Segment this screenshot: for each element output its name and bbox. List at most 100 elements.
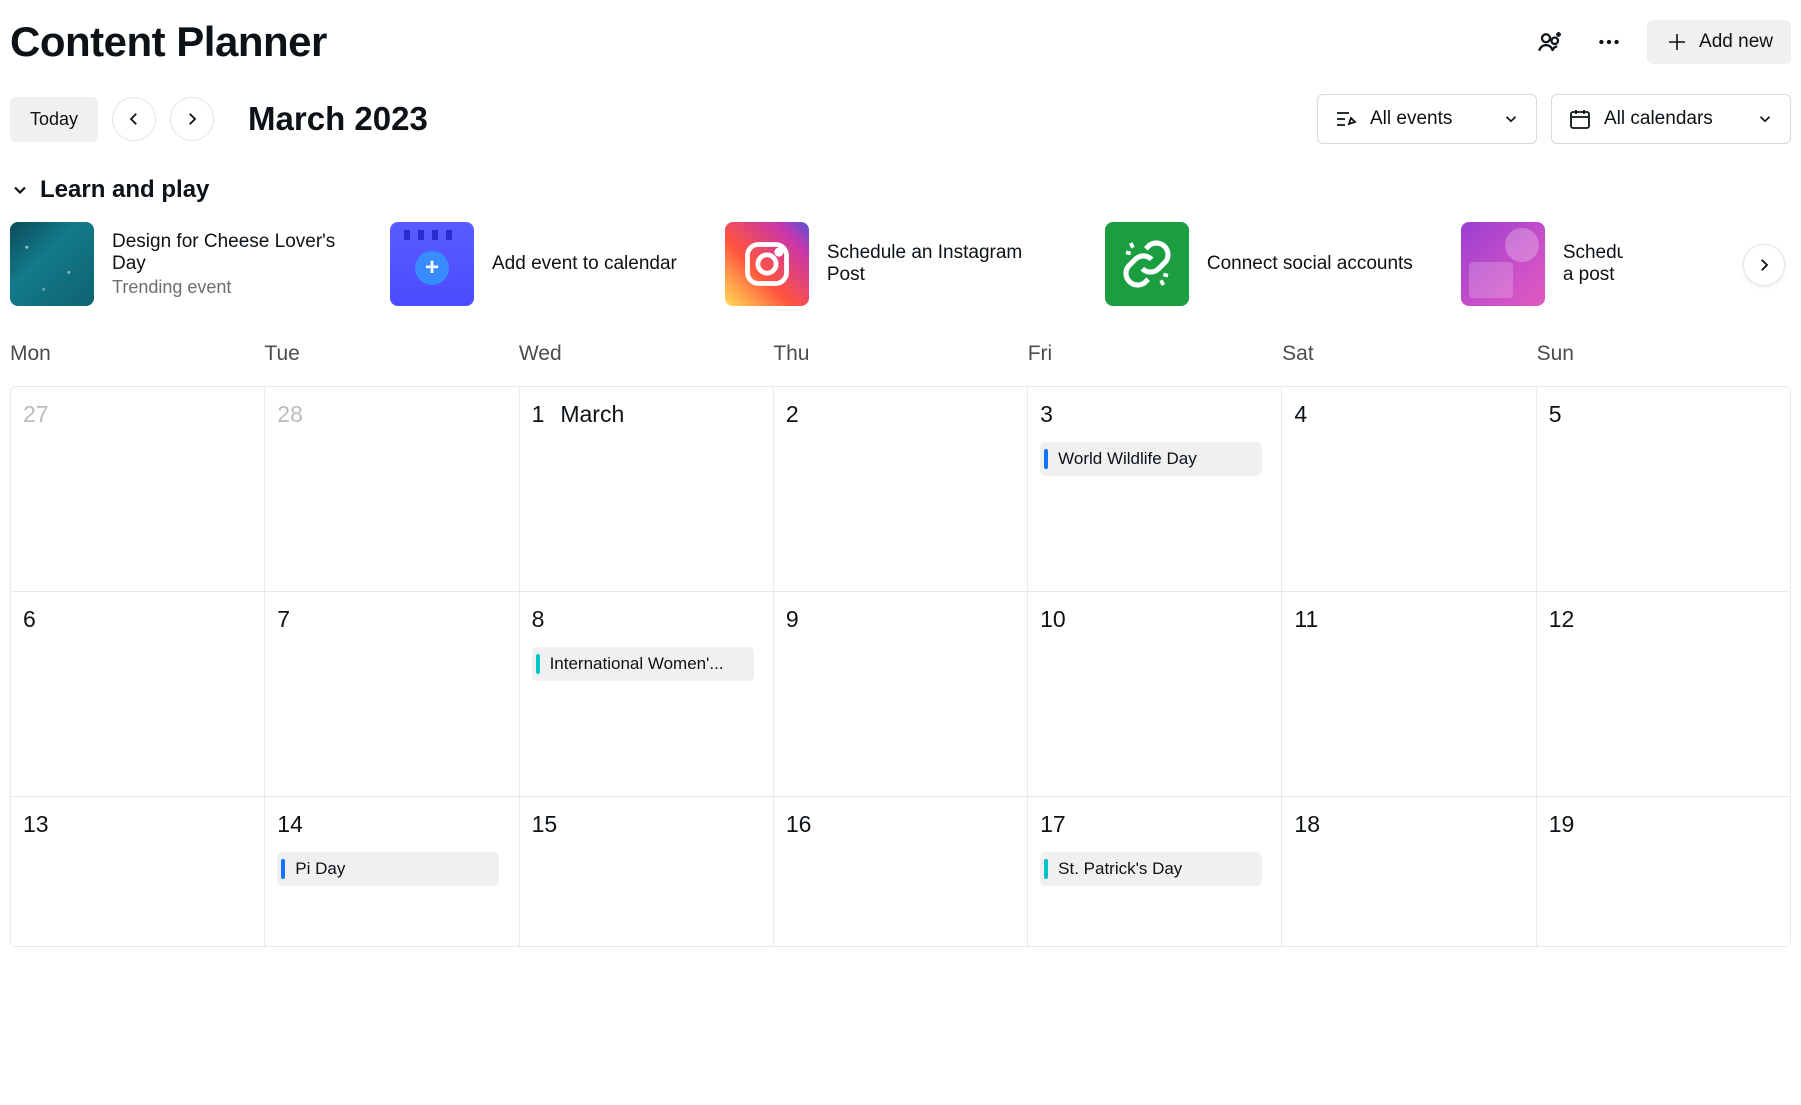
chevron-down-icon [1756, 110, 1774, 128]
event-chip[interactable]: Pi Day [277, 852, 499, 886]
learn-play-section-header[interactable]: Learn and play [10, 172, 1791, 222]
card-trending-event[interactable]: Design for Cheese Lover's Day Trending e… [10, 222, 342, 306]
card-connect-social[interactable]: Connect social accounts [1105, 222, 1413, 306]
calendar-day[interactable]: 27 [11, 387, 265, 592]
day-number: 6 [23, 606, 252, 633]
calendars-filter-dropdown[interactable]: All calendars [1551, 94, 1791, 144]
prev-month-button[interactable] [112, 97, 156, 141]
add-new-button[interactable]: Add new [1647, 20, 1791, 64]
day-number: 27 [23, 401, 252, 428]
card-schedule-instagram[interactable]: Schedule an Instagram Post [725, 222, 1057, 306]
card-schedule-post[interactable]: Schedule a post [1461, 222, 1661, 306]
today-button[interactable]: Today [10, 97, 98, 142]
day-number: 2 [786, 401, 1015, 428]
day-number: 8 [532, 606, 761, 633]
day-number: 28 [277, 401, 506, 428]
weekday-label: Fri [1028, 342, 1282, 366]
events-filter-dropdown[interactable]: All events [1317, 94, 1537, 144]
card-title: Design for Cheese Lover's Day [112, 231, 342, 275]
link-thumb [1105, 222, 1189, 306]
calendar-icon [1568, 107, 1592, 131]
calendar-day[interactable]: 5 [1537, 387, 1791, 592]
calendar-day[interactable]: 12 [1537, 592, 1791, 797]
day-number: 11 [1294, 606, 1523, 633]
card-add-event[interactable]: Add event to calendar [390, 222, 677, 306]
calendar-day[interactable]: 2 [774, 387, 1028, 592]
cards-row: Design for Cheese Lover's Day Trending e… [10, 222, 1791, 334]
add-new-label: Add new [1699, 31, 1773, 53]
day-number: 5 [1549, 401, 1778, 428]
edit-list-icon [1334, 107, 1358, 131]
trending-thumb [10, 222, 94, 306]
calendar-day[interactable]: 4 [1282, 387, 1536, 592]
weekday-label: Wed [519, 342, 773, 366]
events-filter-label: All events [1370, 108, 1490, 130]
share-button[interactable] [1531, 22, 1571, 62]
calendar-day[interactable]: 10 [1028, 592, 1282, 797]
weekday-label: Sun [1537, 342, 1791, 366]
calendar-day[interactable]: 14 Pi Day [265, 797, 519, 947]
card-title: Schedule an Instagram Post [827, 242, 1057, 286]
day-number: 19 [1549, 811, 1778, 838]
calendar-day[interactable]: 3 World Wildlife Day [1028, 387, 1282, 592]
event-label: St. Patrick's Day [1058, 859, 1182, 879]
event-chip[interactable]: St. Patrick's Day [1040, 852, 1262, 886]
chevron-right-icon [1755, 256, 1773, 274]
plus-icon [1665, 30, 1689, 54]
day-number: 13 [23, 811, 252, 838]
calendar-day[interactable]: 15 [520, 797, 774, 947]
day-number: 7 [277, 606, 506, 633]
calendar-day[interactable]: 11 [1282, 592, 1536, 797]
day-number: 15 [532, 811, 761, 838]
card-subtitle: Trending event [112, 277, 342, 298]
chevron-right-icon [183, 110, 201, 128]
calendar-day[interactable]: 18 [1282, 797, 1536, 947]
day-number: 4 [1294, 401, 1523, 428]
event-chip[interactable]: International Women'... [532, 647, 754, 681]
calendar-day[interactable]: 7 [265, 592, 519, 797]
calendar-day[interactable]: 28 [265, 387, 519, 592]
day-number: 1March [532, 401, 761, 428]
section-title: Learn and play [40, 176, 209, 204]
people-plus-icon [1536, 27, 1566, 57]
day-number: 18 [1294, 811, 1523, 838]
header-actions: Add new [1531, 20, 1791, 64]
event-chip[interactable]: World Wildlife Day [1040, 442, 1262, 476]
scroll-next-button[interactable] [1743, 244, 1785, 286]
chevron-left-icon [125, 110, 143, 128]
next-month-button[interactable] [170, 97, 214, 141]
month-label: March 2023 [248, 100, 428, 138]
day-number: 16 [786, 811, 1015, 838]
month-name: March [560, 401, 624, 428]
calendars-filter-label: All calendars [1604, 108, 1744, 130]
calendar-day[interactable]: 17 St. Patrick's Day [1028, 797, 1282, 947]
weekday-label: Sat [1282, 342, 1536, 366]
day-number: 3 [1040, 401, 1269, 428]
weekday-label: Mon [10, 342, 264, 366]
schedule-thumb [1461, 222, 1545, 306]
more-button[interactable] [1589, 22, 1629, 62]
event-label: International Women'... [550, 654, 724, 674]
instagram-thumb [725, 222, 809, 306]
instagram-icon [741, 238, 793, 290]
calendar-day[interactable]: 9 [774, 592, 1028, 797]
calendar-day[interactable]: 8 International Women'... [520, 592, 774, 797]
calendar-day[interactable]: 13 [11, 797, 265, 947]
weekday-row: Mon Tue Wed Thu Fri Sat Sun [10, 334, 1791, 386]
calendar-grid: 27 28 1March 23 World Wildlife Day 45 678 Inter… [10, 386, 1791, 947]
event-color-bar [1044, 859, 1048, 879]
card-title: Add event to calendar [492, 253, 677, 275]
event-color-bar [281, 859, 285, 879]
chevron-down-icon [1502, 110, 1520, 128]
calendar-day[interactable]: 6 [11, 592, 265, 797]
event-color-bar [1044, 449, 1048, 469]
day-number: 12 [1549, 606, 1778, 633]
day-number: 14 [277, 811, 506, 838]
calendar-day[interactable]: 19 [1537, 797, 1791, 947]
calendar-day[interactable]: 16 [774, 797, 1028, 947]
chevron-down-icon [10, 180, 30, 200]
calendar-day[interactable]: 1March [520, 387, 774, 592]
event-label: Pi Day [295, 859, 345, 879]
day-number: 17 [1040, 811, 1269, 838]
weekday-label: Tue [264, 342, 518, 366]
